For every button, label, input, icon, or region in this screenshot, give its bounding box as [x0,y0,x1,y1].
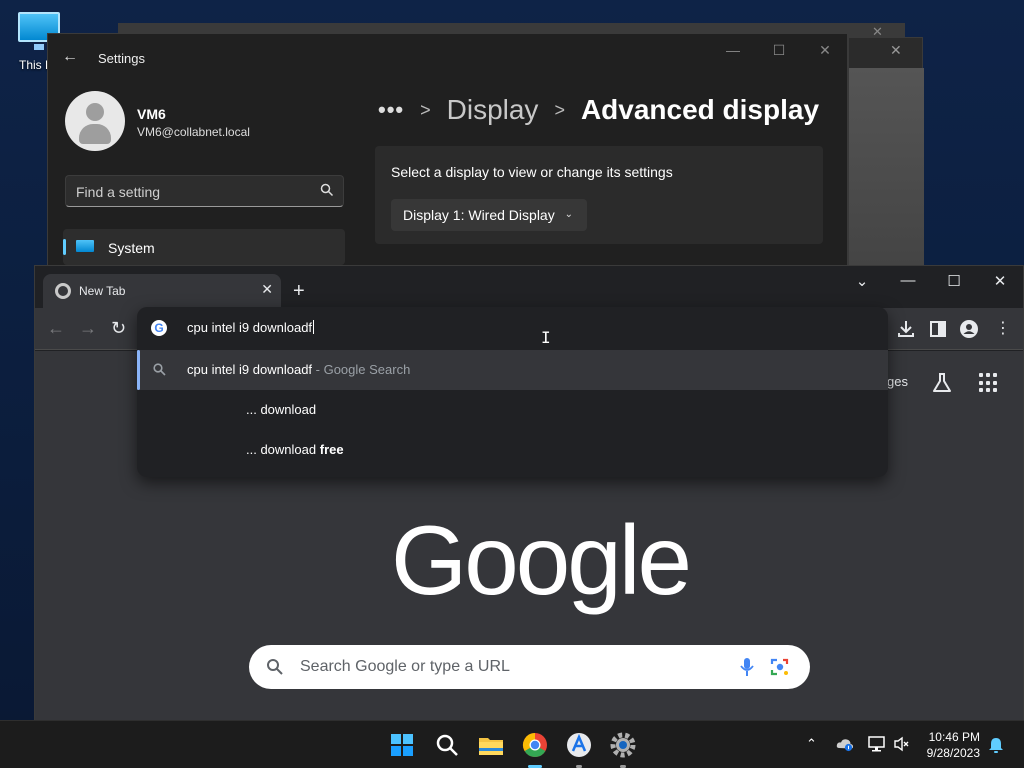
omnibox-text: cpu intel i9 downloadf [187,320,313,335]
omnibox-input[interactable]: cpu intel i9 downloadf [187,320,315,335]
network-icon[interactable] [867,736,887,752]
forward-icon[interactable]: → [79,318,97,339]
settings-title: Settings [98,51,145,66]
suggestion-text: download [260,402,317,417]
display-select-card: Select a display to view or change its s… [375,146,823,244]
avatar[interactable] [65,91,125,151]
tab-new-tab[interactable]: New Tab ✕ [43,274,281,308]
selection-indicator [63,239,66,255]
display-select-prompt: Select a display to view or change its s… [391,164,673,180]
app-installer-icon[interactable] [563,729,595,761]
close-icon[interactable]: ✕ [810,42,840,59]
display-dropdown-value: Display 1: Wired Display [403,207,555,223]
clock[interactable]: 10:46 PM 9/28/2023 [927,729,980,761]
breadcrumb-display[interactable]: Display [447,94,539,126]
user-name: VM6 [137,106,166,122]
sidebar-item-label: System [108,240,155,256]
breadcrumb-more[interactable]: ••• [378,97,404,123]
system-icon [76,240,94,252]
profile-icon[interactable] [958,319,980,339]
suggestion-suffix: - Google Search [312,362,411,377]
close-tab-icon[interactable]: ✕ [261,281,273,298]
onedrive-icon[interactable] [836,736,854,752]
background-window-2-close-icon[interactable]: ✕ [890,42,902,59]
user-email: VM6@collabnet.local [137,125,250,139]
find-setting-placeholder: Find a setting [76,184,161,200]
minimize-icon[interactable]: — [718,42,748,58]
google-search-box[interactable]: Search Google or type a URL [249,645,810,689]
text-cursor-icon: I [541,328,551,347]
voice-search-icon[interactable] [740,657,754,677]
taskbar: ⌃ 10:46 PM 9/28/2023 [0,720,1024,768]
start-windows-icon[interactable] [386,729,418,761]
side-panel-icon[interactable] [927,319,949,339]
apps-grid-icon[interactable] [979,373,999,393]
images-link[interactable]: ges [887,374,908,389]
suggestion-prefix: ... [246,442,261,457]
suggestion-prefix: ... [246,402,261,417]
settings-window: ← Settings — ☐ ✕ VM6 VM6@collabnet.local… [47,33,848,273]
chevron-down-icon: ⌄ [564,209,573,220]
tab-strip: New Tab ✕ + ⌄ — ☐ ✕ [35,266,1023,308]
text-caret [313,320,315,334]
download-icon[interactable] [895,319,917,339]
maximize-icon[interactable]: ☐ [939,272,969,290]
omnibox-dropdown: G cpu intel i9 downloadf cpu intel i9 do… [137,307,888,477]
search-icon [153,363,166,376]
breadcrumb: ••• > Display > Advanced display [378,90,819,130]
minimize-icon[interactable]: — [893,272,923,289]
chevron-right-icon: > [420,99,431,120]
menu-icon[interactable]: ⋮ [995,318,1011,338]
chrome-icon [55,283,71,299]
search-icon [320,183,334,197]
tab-search-icon[interactable]: ⌄ [847,272,877,290]
tab-title: New Tab [79,284,126,298]
chevron-right-icon: > [554,99,565,120]
show-hidden-icons-icon[interactable]: ⌃ [806,736,817,752]
google-g-icon: G [151,320,167,336]
page-title: Advanced display [580,94,820,125]
reload-icon[interactable]: ↻ [111,318,126,339]
notification-bell-icon[interactable] [988,736,1004,754]
google-logo: Google [391,505,692,615]
close-icon[interactable]: ✕ [985,272,1015,290]
new-tab-button[interactable]: + [293,280,305,303]
sidebar-item-system[interactable]: System [63,229,345,265]
labs-flask-icon[interactable] [931,372,953,394]
search-placeholder: Search Google or type a URL [300,658,510,675]
suggestion-row[interactable]: ... download free [137,430,888,470]
display-dropdown[interactable]: Display 1: Wired Display ⌄ [391,199,587,231]
suggestion-row[interactable]: cpu intel i9 downloadf - Google Search [137,350,888,390]
suggestion-text: cpu intel i9 downloadf [187,362,313,377]
suggestion-text: download [260,442,320,457]
chrome-icon[interactable] [519,729,551,761]
settings-gear-icon[interactable] [607,729,639,761]
file-explorer-icon[interactable] [475,729,507,761]
suggestion-row[interactable]: ... download [137,390,888,430]
suggestion-bold: free [319,442,344,457]
clock-time: 10:46 PM [928,730,980,744]
back-arrow-icon[interactable]: ← [62,48,78,66]
background-window-2 [848,37,924,268]
volume-muted-icon[interactable] [893,736,911,752]
search-icon[interactable] [431,729,463,761]
google-lens-icon[interactable] [770,657,790,677]
selection-indicator [137,350,140,390]
clock-date: 9/28/2023 [926,746,980,760]
maximize-icon[interactable]: ☐ [764,42,794,59]
back-icon[interactable]: ← [47,318,65,339]
search-icon [267,659,283,675]
find-setting-input[interactable]: Find a setting [65,175,344,207]
